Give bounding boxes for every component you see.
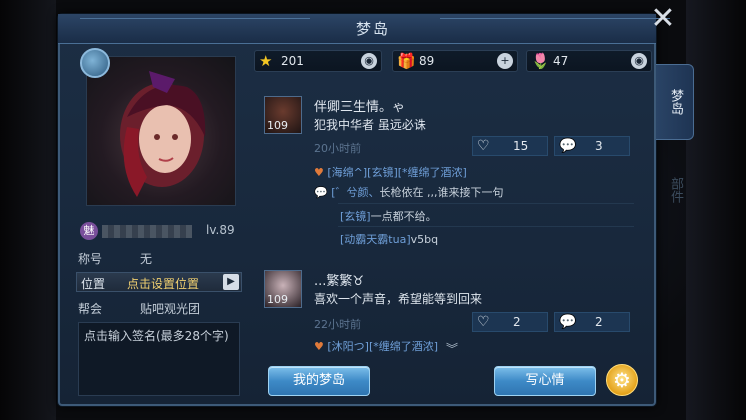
- comment-divider: [338, 226, 634, 227]
- post-time: 22小时前: [314, 318, 361, 331]
- comment-text: 一点都不给。: [370, 210, 437, 223]
- popularity-value: 201: [281, 54, 304, 68]
- heart-icon: ♡: [477, 314, 490, 330]
- comment-user: [动霸天霸tua]: [340, 233, 411, 246]
- scroll-down-chevron-icon[interactable]: ︾: [446, 340, 458, 357]
- comment-line[interactable]: 💬 [゛兮颜、长枪依在 ,,,谁来接下一句: [314, 184, 634, 200]
- close-button[interactable]: ✕: [648, 4, 678, 34]
- gift-value: 89: [419, 54, 435, 68]
- position-row[interactable]: 位置 点击设置位置 ▶: [76, 272, 242, 292]
- comment-user: [゛兮颜、: [331, 186, 380, 199]
- title-row: 称号 无: [76, 248, 240, 268]
- tab-parts[interactable]: 部件: [660, 160, 690, 220]
- gift-icon: 🎁: [397, 52, 416, 70]
- comment-line[interactable]: ♥ [沐阳つ][*缠绵了酒浓]: [314, 338, 634, 354]
- player-name-row: 魅 lv.89: [80, 222, 240, 240]
- comment-line[interactable]: [动霸天霸tua]v5bq: [340, 231, 648, 247]
- charm-badge: 魅: [80, 222, 98, 240]
- gift-stat: 🎁 89 +: [392, 50, 518, 72]
- player-level: lv.89: [206, 223, 235, 237]
- flower-value: 47: [553, 54, 569, 68]
- avatar-frame-icon[interactable]: [80, 48, 110, 78]
- post-content: 犯我中华者 虽远必诛: [314, 118, 426, 132]
- comment-user: [玄镜]: [340, 210, 371, 223]
- portrait-art: [120, 71, 206, 197]
- popularity-stat: ★ 201 ◉: [254, 50, 382, 72]
- backdrop-left: [0, 0, 56, 420]
- comment-text: [*缠绵了酒浓]: [397, 166, 467, 179]
- tab-dream-island[interactable]: 梦岛: [656, 64, 694, 140]
- comment-button[interactable]: 💬 3: [554, 136, 630, 156]
- heart-mini-icon: ♥: [314, 166, 328, 179]
- speech-bubble-mini-icon: 💬: [314, 186, 332, 199]
- play-arrow-icon[interactable]: ▶: [223, 274, 239, 290]
- comment-line[interactable]: ♥ [海绵^][玄镜][*缠绵了酒浓]: [314, 164, 634, 180]
- eye-icon[interactable]: ◉: [631, 53, 647, 69]
- post-author-level: 109: [267, 119, 288, 132]
- like-button[interactable]: ♡ 2: [472, 312, 548, 332]
- post-avatar[interactable]: 109: [264, 270, 302, 308]
- comment-text: 长枪依在 ,,,谁来接下一句: [379, 186, 504, 199]
- post-author-level: 109: [267, 293, 288, 306]
- comment-text: [*缠绵了酒浓]: [368, 340, 439, 353]
- title-value: 无: [140, 252, 153, 266]
- comment-button[interactable]: 💬 2: [554, 312, 630, 332]
- guild-value: 贴吧观光团: [140, 302, 201, 316]
- player-name-redacted: [102, 225, 192, 238]
- like-count: 2: [513, 315, 521, 329]
- comment-count: 3: [595, 139, 603, 153]
- post-content: 喜欢一个声音，希望能等到回来: [314, 292, 483, 306]
- flower-icon: 🌷: [531, 52, 550, 70]
- star-icon: ★: [259, 52, 273, 70]
- guild-row: 帮会 贴吧观光团: [76, 298, 240, 318]
- signature-input[interactable]: 点击输入签名(最多28个字): [78, 322, 240, 396]
- comment-line[interactable]: [玄镜]一点都不给。: [340, 208, 648, 224]
- position-value[interactable]: 点击设置位置: [127, 275, 199, 292]
- heart-icon: ♡: [477, 138, 490, 154]
- backdrop-right: [686, 0, 746, 420]
- comment-user: [海绵^][玄镜]: [327, 166, 398, 179]
- comment-text: v5bq: [410, 233, 439, 246]
- heart-mini-icon: ♥: [314, 340, 328, 353]
- like-count: 15: [513, 139, 529, 153]
- post-time: 20小时前: [314, 142, 361, 155]
- post-author-name[interactable]: 伴卿三生情。ゃ: [314, 96, 405, 115]
- write-mood-button[interactable]: 写心情: [494, 366, 596, 396]
- post-author-name[interactable]: ...繁繁♉: [314, 270, 364, 289]
- mood-feed[interactable]: 109 伴卿三生情。ゃ 犯我中华者 虽远必诛 20小时前 ♡ 15 💬 3 ♥ …: [258, 84, 648, 356]
- post-avatar[interactable]: 109: [264, 96, 302, 134]
- speech-bubble-icon: 💬: [559, 138, 577, 154]
- comment-count: 2: [595, 315, 603, 329]
- speech-bubble-icon: 💬: [559, 314, 577, 330]
- plus-icon[interactable]: +: [497, 53, 513, 69]
- eye-icon[interactable]: ◉: [361, 53, 377, 69]
- guild-label: 帮会: [78, 302, 103, 316]
- my-island-button[interactable]: 我的梦岛: [268, 366, 370, 396]
- window-title: 梦岛: [355, 20, 390, 38]
- comment-divider: [338, 203, 634, 204]
- flower-stat: 🌷 47 ◉: [526, 50, 652, 72]
- title-label: 称号: [78, 252, 103, 266]
- like-button[interactable]: ♡ 15: [472, 136, 548, 156]
- gear-icon[interactable]: ⚙: [606, 364, 638, 396]
- comment-user: [沐阳つ]: [327, 340, 369, 353]
- character-portrait: [86, 56, 236, 206]
- position-label: 位置: [81, 277, 106, 291]
